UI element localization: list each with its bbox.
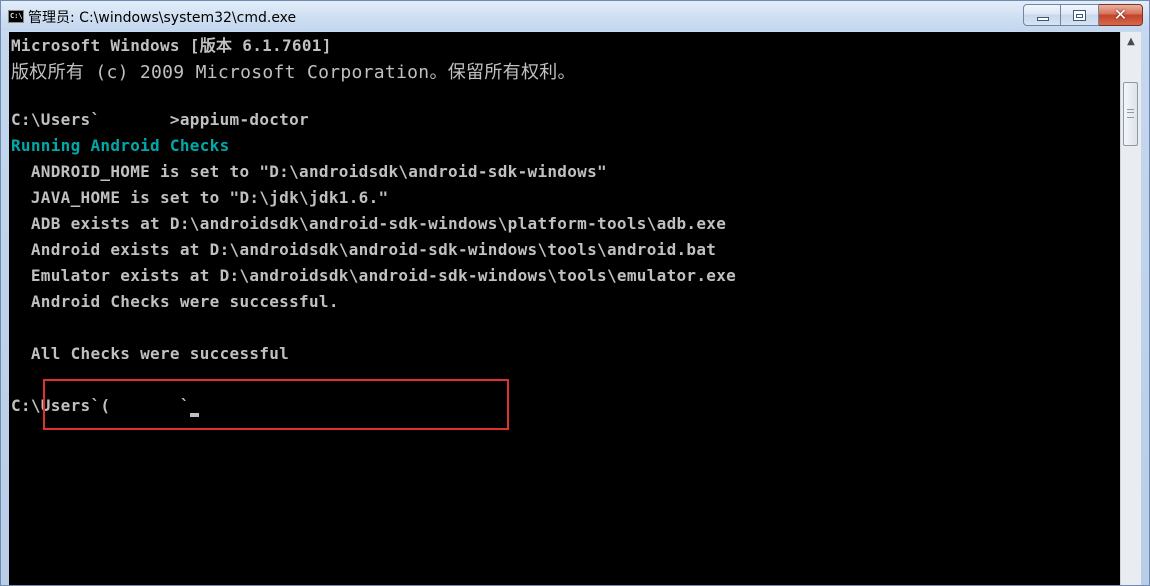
console-line-all-success: All Checks were successful (11, 344, 290, 363)
console-lines: Microsoft Windows [版本 6.1.7601] 版权所有 (c)… (11, 32, 736, 422)
console-line-android-success: Android Checks were successful. (11, 292, 339, 311)
console-line-android-home: ANDROID_HOME is set to "D:\androidsdk\an… (11, 162, 607, 181)
window-title: 管理员: C:\windows\system32\cmd.exe (28, 10, 297, 26)
scroll-up-arrow-icon[interactable]: ▲ (1121, 32, 1141, 52)
console-line-java-home: JAVA_HOME is set to "D:\jdk\jdk1.6." (11, 188, 389, 207)
console-line-android: Android exists at D:\androidsdk\android-… (11, 240, 717, 259)
maximize-button[interactable] (1061, 4, 1099, 26)
close-icon: ✕ (1113, 5, 1128, 24)
console-output[interactable]: Microsoft Windows [版本 6.1.7601] 版权所有 (c)… (9, 32, 1120, 585)
console-line-version: Microsoft Windows [版本 6.1.7601] (11, 36, 332, 55)
minimize-button[interactable] (1023, 4, 1061, 26)
vertical-scrollbar[interactable]: ▲ (1120, 32, 1141, 585)
console-line-copyright: 版权所有 (c) 2009 Microsoft Corporation。保留所有… (11, 62, 576, 83)
minimize-icon (1037, 17, 1049, 21)
maximize-icon (1073, 10, 1086, 21)
console-app-icon[interactable]: C:\ (8, 10, 24, 23)
scrollbar-thumb[interactable] (1123, 82, 1138, 146)
cmd-window: C:\ 管理员: C:\windows\system32\cmd.exe ✕ M… (0, 0, 1150, 586)
close-button[interactable]: ✕ (1099, 4, 1143, 26)
console-line-emulator: Emulator exists at D:\androidsdk\android… (11, 266, 737, 285)
title-bar[interactable]: C:\ 管理员: C:\windows\system32\cmd.exe ✕ (1, 1, 1149, 31)
console-line-command: C:\Users` >appium-doctor (11, 110, 309, 129)
console-line-section-heading: Running Android Checks (11, 136, 230, 155)
caption-buttons: ✕ (1023, 4, 1143, 26)
console-line-adb: ADB exists at D:\androidsdk\android-sdk-… (11, 214, 727, 233)
annotation-highlight-box (43, 379, 509, 430)
